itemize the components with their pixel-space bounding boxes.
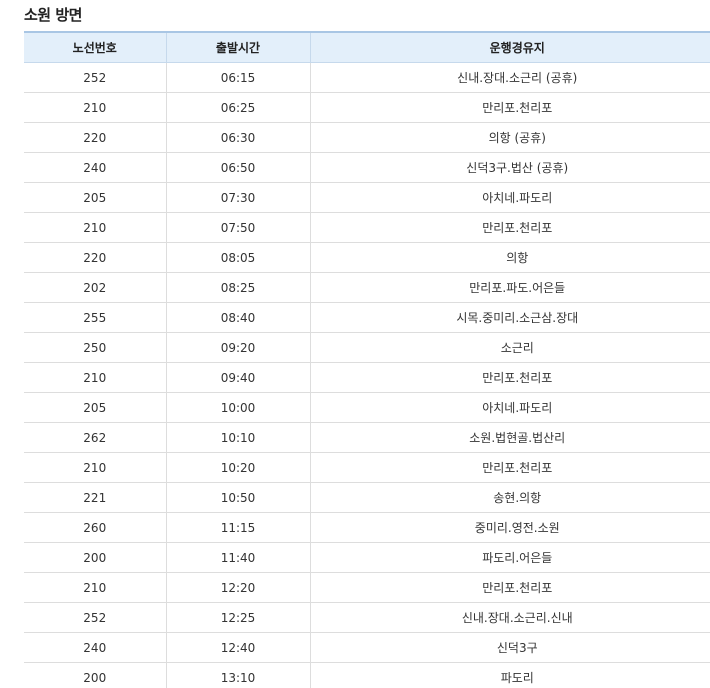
route-stops-cell: 만리포.천리포 [309, 92, 710, 123]
route-stops-cell: 신덕3구.법산 (공휴) [309, 152, 710, 183]
departure-time-cell: 08:40 [165, 302, 310, 333]
table-row: 205 07:30 아치네.파도리 [24, 182, 710, 213]
route-stops-cell: 중미리.영전.소원 [309, 512, 710, 543]
table-row: 252 12:25 신내.장대.소근리.신내 [24, 602, 710, 633]
header-route-stops: 운행경유지 [309, 32, 710, 63]
table-header-row: 노선번호 출발시간 운행경유지 [24, 32, 710, 63]
route-number-cell: 252 [24, 62, 166, 93]
route-number-cell: 240 [24, 632, 166, 663]
table-row: 210 09:40 만리포.천리포 [24, 362, 710, 393]
table-row: 250 09:20 소근리 [24, 332, 710, 363]
route-number-cell: 220 [24, 122, 166, 153]
table-row: 210 10:20 만리포.천리포 [24, 452, 710, 483]
route-number-cell: 210 [24, 362, 166, 393]
route-number-cell: 200 [24, 662, 166, 688]
route-stops-cell: 신내.장대.소근리 (공휴) [309, 62, 710, 93]
route-stops-cell: 소근리 [309, 332, 710, 363]
route-number-cell: 221 [24, 482, 166, 513]
table-row: 260 11:15 중미리.영전.소원 [24, 512, 710, 543]
table-body: 252 06:15 신내.장대.소근리 (공휴) 210 06:25 만리포.천리포 220… [24, 62, 710, 688]
route-stops-cell: 만리포.천리포 [309, 212, 710, 243]
route-number-cell: 210 [24, 572, 166, 603]
route-number-cell: 210 [24, 452, 166, 483]
departure-time-cell: 10:10 [165, 422, 310, 453]
route-stops-cell: 소원.법현골.법산리 [309, 422, 710, 453]
route-number-cell: 220 [24, 242, 166, 273]
route-number-cell: 205 [24, 182, 166, 213]
route-stops-cell: 송현.의항 [309, 482, 710, 513]
route-stops-cell: 파도리.어은들 [309, 542, 710, 573]
table-row: 200 11:40 파도리.어은들 [24, 542, 710, 573]
route-number-cell: 202 [24, 272, 166, 303]
departure-time-cell: 11:15 [165, 512, 310, 543]
route-stops-cell: 아치네.파도리 [309, 392, 710, 423]
route-number-cell: 240 [24, 152, 166, 183]
table-row: 210 07:50 만리포.천리포 [24, 212, 710, 243]
departure-time-cell: 06:15 [165, 62, 310, 93]
departure-time-cell: 10:50 [165, 482, 310, 513]
route-number-cell: 210 [24, 92, 166, 123]
departure-time-cell: 06:50 [165, 152, 310, 183]
table-row: 220 06:30 의항 (공휴) [24, 122, 710, 153]
table-row: 252 06:15 신내.장대.소근리 (공휴) [24, 62, 710, 93]
route-stops-cell: 만리포.파도.어은들 [309, 272, 710, 303]
route-number-cell: 255 [24, 302, 166, 333]
table-row: 220 08:05 의항 [24, 242, 710, 273]
departure-time-cell: 11:40 [165, 542, 310, 573]
route-stops-cell: 만리포.천리포 [309, 452, 710, 483]
table-row: 240 06:50 신덕3구.법산 (공휴) [24, 152, 710, 183]
route-number-cell: 205 [24, 392, 166, 423]
route-stops-cell: 신덕3구 [309, 632, 710, 663]
route-stops-cell: 의항 [309, 242, 710, 273]
departure-time-cell: 06:25 [165, 92, 310, 123]
departure-time-cell: 09:20 [165, 332, 310, 363]
header-route-number: 노선번호 [24, 32, 166, 63]
departure-time-cell: 08:25 [165, 272, 310, 303]
table-row: 240 12:40 신덕3구 [24, 632, 710, 663]
route-stops-cell: 아치네.파도리 [309, 182, 710, 213]
route-number-cell: 200 [24, 542, 166, 573]
route-number-cell: 250 [24, 332, 166, 363]
table-row: 202 08:25 만리포.파도.어은들 [24, 272, 710, 303]
route-stops-cell: 파도리 [309, 662, 710, 688]
departure-time-cell: 09:40 [165, 362, 310, 393]
route-stops-cell: 시목.중미리.소근삼.장대 [309, 302, 710, 333]
table-row: 205 10:00 아치네.파도리 [24, 392, 710, 423]
table-row: 221 10:50 송현.의항 [24, 482, 710, 513]
route-number-cell: 252 [24, 602, 166, 633]
route-stops-cell: 의항 (공휴) [309, 122, 710, 153]
route-stops-cell: 신내.장대.소근리.신내 [309, 602, 710, 633]
departure-time-cell: 08:05 [165, 242, 310, 273]
header-departure-time: 출발시간 [165, 32, 310, 63]
departure-time-cell: 06:30 [165, 122, 310, 153]
table-row: 200 13:10 파도리 [24, 662, 710, 688]
table-row: 255 08:40 시목.중미리.소근삼.장대 [24, 302, 710, 333]
table-row: 210 12:20 만리포.천리포 [24, 572, 710, 603]
departure-time-cell: 12:20 [165, 572, 310, 603]
page-title: 소원 방면 [24, 6, 82, 24]
route-stops-cell: 만리포.천리포 [309, 362, 710, 393]
table-row: 262 10:10 소원.법현골.법산리 [24, 422, 710, 453]
departure-time-cell: 07:50 [165, 212, 310, 243]
departure-time-cell: 10:00 [165, 392, 310, 423]
departure-time-cell: 12:25 [165, 602, 310, 633]
departure-time-cell: 13:10 [165, 662, 310, 688]
route-stops-cell: 만리포.천리포 [309, 572, 710, 603]
route-number-cell: 260 [24, 512, 166, 543]
bus-schedule-table: 노선번호 출발시간 운행경유지 252 06:15 신내.장대.소근리 (공휴) 21… [24, 31, 710, 688]
route-number-cell: 210 [24, 212, 166, 243]
departure-time-cell: 07:30 [165, 182, 310, 213]
route-number-cell: 262 [24, 422, 166, 453]
table-row: 210 06:25 만리포.천리포 [24, 92, 710, 123]
departure-time-cell: 12:40 [165, 632, 310, 663]
departure-time-cell: 10:20 [165, 452, 310, 483]
